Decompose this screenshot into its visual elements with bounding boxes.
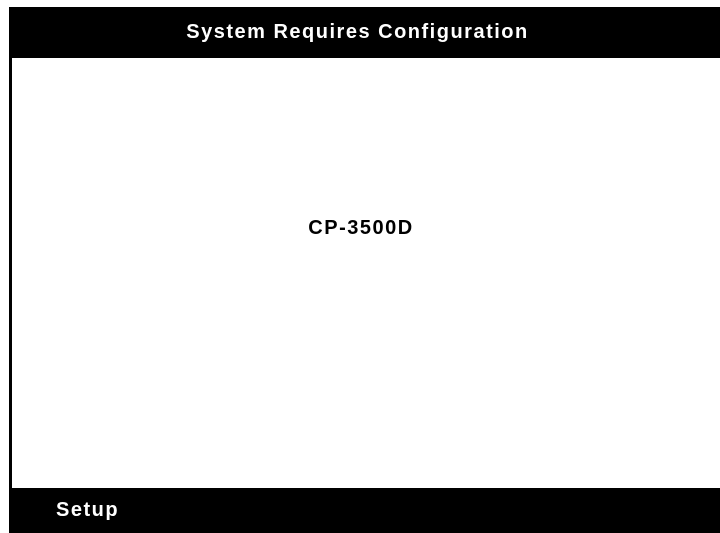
model-name: CP-3500D xyxy=(308,217,414,239)
main-content-area: CP-3500D xyxy=(12,58,720,488)
setup-softkey[interactable]: Setup xyxy=(50,488,125,533)
title-bar: System Requires Configuration xyxy=(9,7,720,58)
device-screen: System Requires Configuration CP-3500D S… xyxy=(9,7,720,533)
screen-title: System Requires Configuration xyxy=(186,21,529,43)
softkey-bar: Setup xyxy=(9,488,720,533)
